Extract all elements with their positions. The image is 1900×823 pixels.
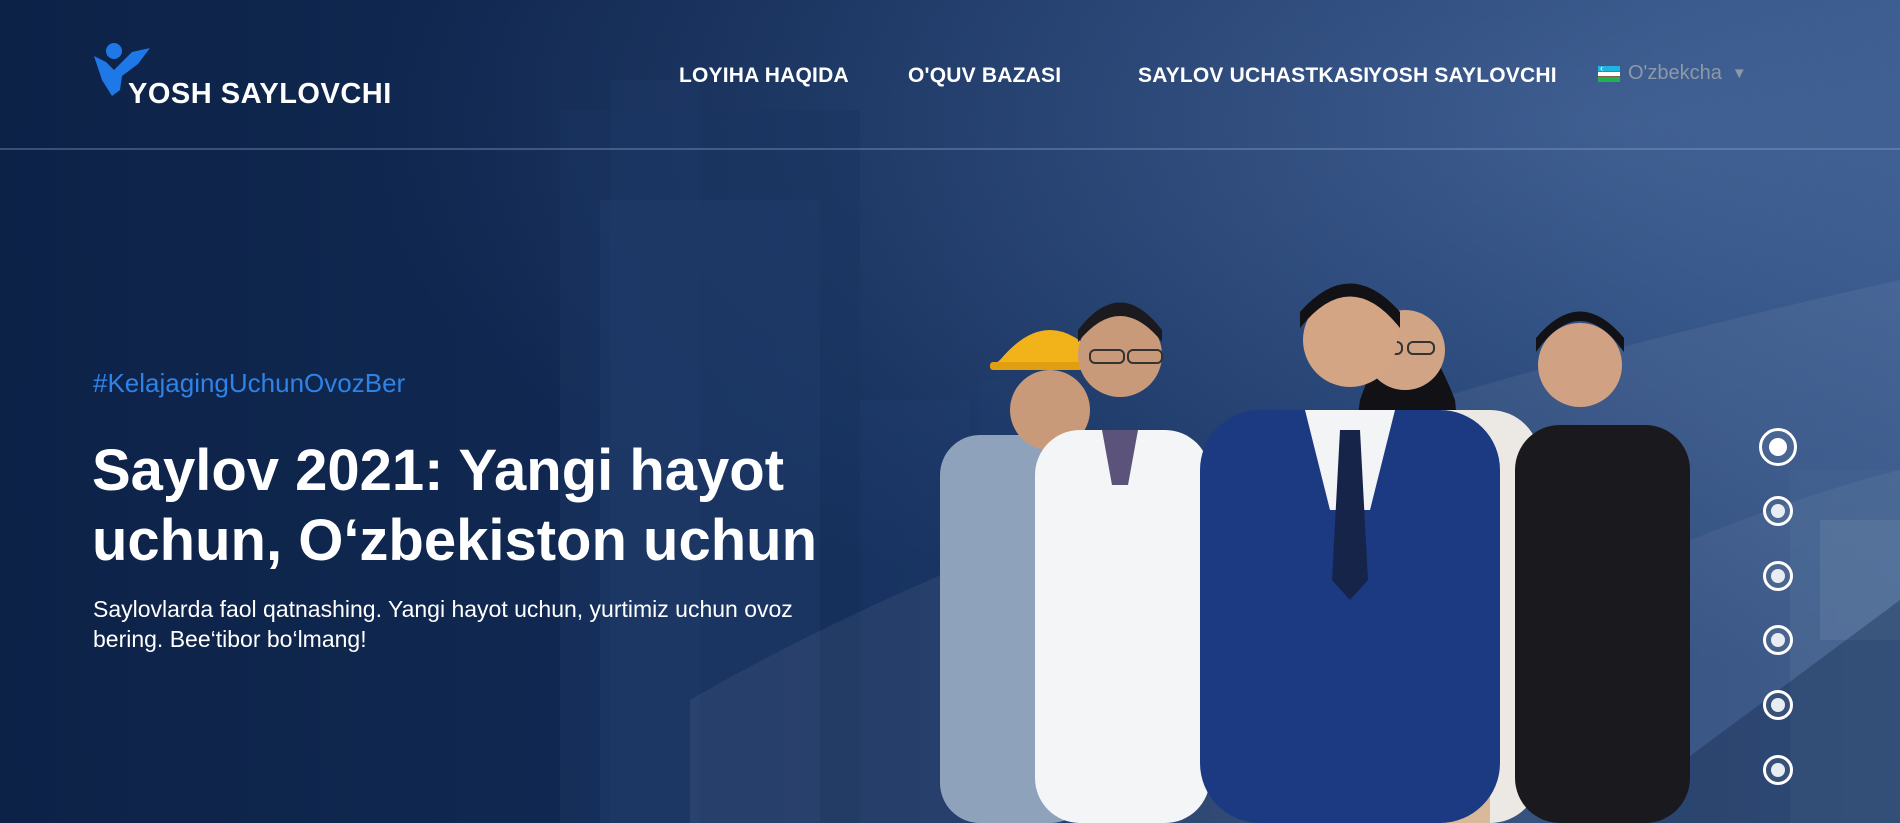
hero-subtitle: Saylovlarda faol qatnashing. Yangi hayot… bbox=[93, 596, 793, 652]
nav-link-yosh-saylovchi[interactable]: YOSH SAYLOVCHI bbox=[1368, 64, 1557, 88]
slider-dot-1[interactable] bbox=[1759, 428, 1797, 466]
uzbekistan-flag-icon bbox=[1598, 65, 1620, 82]
logo-text: YOSH SAYLOVCHI bbox=[128, 78, 392, 110]
site-header: YOSH SAYLOVCHI LOYIHA HAQIDA O'QUV BAZAS… bbox=[0, 0, 1900, 150]
site-logo[interactable]: YOSH SAYLOVCHI bbox=[92, 42, 422, 110]
hero-hashtag: #KelajagingUchunOvozBer bbox=[93, 368, 406, 398]
nav-link-saylov-uchastkasi[interactable]: SAYLOV UCHASTKASI bbox=[1138, 64, 1369, 88]
caret-down-icon: ▼ bbox=[1731, 65, 1747, 82]
young-voters-photo bbox=[940, 283, 1690, 823]
nav-link-loyiha-haqida[interactable]: LOYIHA HAQIDA bbox=[679, 64, 849, 88]
nav-link-oquv-bazasi[interactable]: O'QUV BAZASI bbox=[908, 64, 1061, 88]
slider-dot-3[interactable] bbox=[1763, 561, 1793, 591]
slider-dot-4[interactable] bbox=[1763, 625, 1793, 655]
slider-dot-2[interactable] bbox=[1763, 496, 1793, 526]
hero-section: YOSH SAYLOVCHI LOYIHA HAQIDA O'QUV BAZAS… bbox=[0, 0, 1900, 823]
hero-title: Saylov 2021: Yangi hayot uchun, O‘zbekis… bbox=[92, 438, 817, 573]
slider-dot-5[interactable] bbox=[1763, 690, 1793, 720]
language-selector[interactable]: O'zbekcha ▼ bbox=[1598, 62, 1747, 85]
slider-dot-6[interactable] bbox=[1763, 755, 1793, 785]
language-label: O'zbekcha bbox=[1628, 62, 1722, 84]
